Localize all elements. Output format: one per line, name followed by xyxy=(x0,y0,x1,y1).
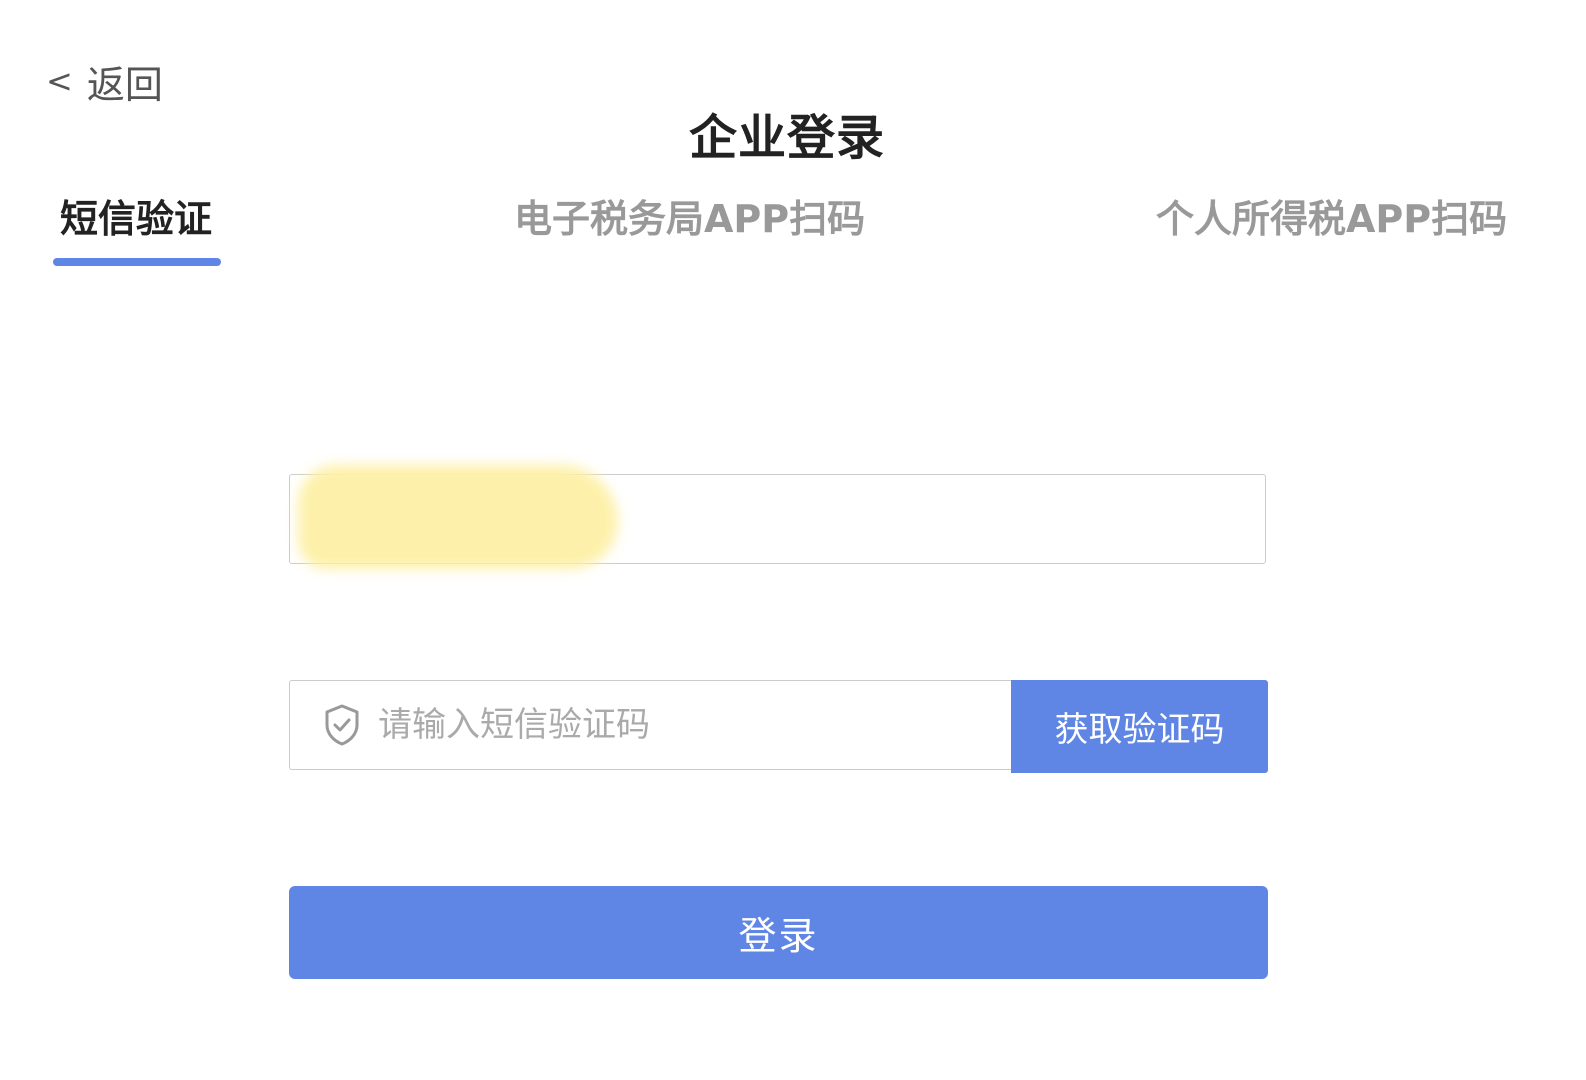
phone-field[interactable] xyxy=(289,465,1266,569)
tab-individual-tax-app-scan[interactable]: 个人所得税APP扫码 xyxy=(1156,188,1507,244)
shield-check-icon xyxy=(325,704,359,746)
tab-sms-verification[interactable]: 短信验证 xyxy=(60,188,212,244)
redaction-mark xyxy=(298,465,618,569)
sms-code-field[interactable] xyxy=(289,680,1011,770)
active-tab-indicator xyxy=(53,258,221,266)
tab-etax-app-scan[interactable]: 电子税务局APP扫码 xyxy=(514,188,865,244)
chevron-left-icon: < xyxy=(46,62,73,100)
sms-code-input[interactable] xyxy=(376,694,980,756)
page-title: 企业登录 xyxy=(0,98,1586,168)
login-button[interactable]: 登录 xyxy=(289,886,1268,979)
get-code-button[interactable]: 获取验证码 xyxy=(1011,680,1268,773)
page-title-text: 企业登录 xyxy=(688,110,885,166)
login-page: < 返回 企业登录 短信验证 电子税务局APP扫码 个人所得税APP扫码 获取验… xyxy=(0,0,1586,1080)
